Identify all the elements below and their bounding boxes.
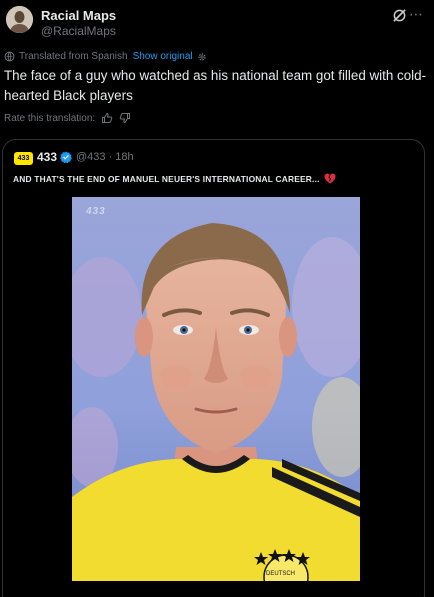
tweet-text: The face of a guy who watched as his nat…: [4, 68, 427, 103]
broken-heart-icon: [324, 173, 336, 184]
author-name[interactable]: Racial Maps: [41, 8, 116, 23]
author-avatar[interactable]: [6, 6, 33, 33]
show-original-link[interactable]: Show original: [133, 51, 193, 62]
crest-text: DEUTSCH: [266, 571, 295, 577]
quote-avatar[interactable]: 433: [14, 152, 33, 165]
translated-label: Translated from Spanish: [19, 51, 128, 62]
thumbs-down-icon[interactable]: [119, 112, 131, 124]
quote-media-photo[interactable]: DEUTSCH 433: [72, 197, 360, 581]
quote-handle-time: @433 · 18h: [76, 151, 134, 163]
grok-icon[interactable]: [392, 8, 407, 23]
verified-badge-icon: [60, 151, 72, 163]
media-watermark: 433: [86, 206, 106, 217]
author-handle[interactable]: @RacialMaps: [41, 24, 116, 38]
thumbs-up-icon[interactable]: [101, 112, 113, 124]
rate-label: Rate this translation:: [4, 112, 96, 124]
quoted-tweet[interactable]: 433 433 @433 · 18h AND THAT'S THE END OF…: [2, 139, 425, 597]
quote-text-body: AND THAT'S THE END OF MANUEL NEUER'S INT…: [13, 174, 320, 184]
quote-author-name[interactable]: 433: [37, 150, 57, 164]
rate-translation: Rate this translation:: [4, 112, 131, 124]
globe-icon: [4, 51, 15, 62]
translation-notice: Translated from Spanish Show original: [4, 51, 207, 62]
gear-icon[interactable]: [197, 52, 207, 62]
tweet-post: Racial Maps @RacialMaps ⋯ Translated fro…: [0, 0, 434, 597]
more-icon[interactable]: ⋯: [406, 6, 426, 22]
quote-text: AND THAT'S THE END OF MANUEL NEUER'S INT…: [13, 173, 336, 184]
